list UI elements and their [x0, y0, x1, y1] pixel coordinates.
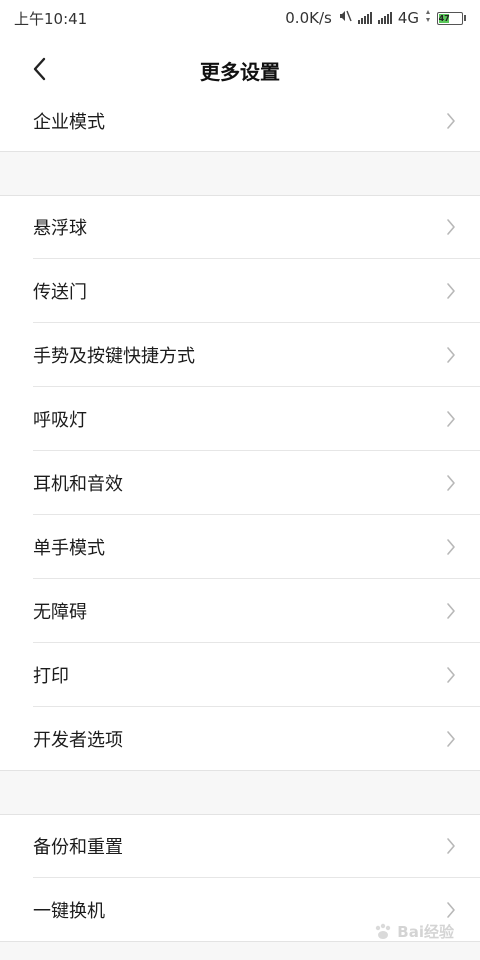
chevron-right-icon [447, 838, 455, 854]
settings-item-label: 呼吸灯 [33, 410, 87, 431]
settings-item-label: 耳机和音效 [33, 474, 123, 495]
signal-icon [357, 12, 372, 24]
chevron-right-icon [447, 475, 455, 491]
settings-item-label: 悬浮球 [33, 218, 87, 239]
chevron-right-icon [447, 731, 455, 747]
battery-level: 47 [438, 13, 450, 23]
battery-icon: 47 [437, 11, 466, 25]
settings-item-label: 手势及按键快捷方式 [33, 346, 195, 367]
settings-item-portal[interactable]: 传送门 [0, 259, 480, 323]
page-title: 更多设置 [200, 60, 280, 84]
network-type: 4G [397, 9, 419, 27]
settings-item-label: 传送门 [33, 282, 87, 303]
status-time: 上午10:41 [14, 9, 88, 28]
chevron-right-icon [447, 902, 455, 918]
chevron-right-icon [447, 411, 455, 427]
settings-group-features: 悬浮球 传送门 手势及按键快捷方式 呼吸灯 耳机和音效 单手模式 无障碍 打印 [0, 195, 480, 771]
settings-item-developer-options[interactable]: 开发者选项 [0, 707, 480, 771]
settings-item-floating-ball[interactable]: 悬浮球 [0, 195, 480, 259]
chevron-right-icon [447, 667, 455, 683]
status-bar: 上午10:41 0.0K/s 4G 47 [0, 0, 480, 36]
chevron-right-icon [447, 219, 455, 235]
settings-item-gesture-shortcuts[interactable]: 手势及按键快捷方式 [0, 323, 480, 387]
chevron-right-icon [447, 283, 455, 299]
settings-item-one-hand-mode[interactable]: 单手模式 [0, 515, 480, 579]
settings-item-print[interactable]: 打印 [0, 643, 480, 707]
watermark: Bai经验 [373, 921, 454, 942]
settings-item-label: 打印 [33, 666, 69, 687]
settings-item-breathing-light[interactable]: 呼吸灯 [0, 387, 480, 451]
settings-item-accessibility[interactable]: 无障碍 [0, 579, 480, 643]
settings-item-backup-reset[interactable]: 备份和重置 [0, 814, 480, 878]
paw-icon [376, 923, 391, 939]
settings-item-headphones-audio[interactable]: 耳机和音效 [0, 451, 480, 515]
signal-icon [377, 12, 392, 24]
watermark-text: Bai经验 [397, 923, 454, 941]
settings-item-label: 一键换机 [33, 901, 105, 922]
network-speed: 0.0K/s [285, 9, 332, 27]
chevron-right-icon [447, 603, 455, 619]
settings-group-enterprise: 企业模式 [0, 90, 480, 152]
chevron-right-icon [447, 539, 455, 555]
settings-item-label: 备份和重置 [33, 837, 123, 858]
settings-item-label: 开发者选项 [33, 730, 123, 751]
chevron-right-icon [447, 347, 455, 363]
data-arrows-icon [425, 9, 431, 27]
settings-item-label: 无障碍 [33, 602, 87, 623]
chevron-right-icon [447, 113, 455, 129]
settings-item-label: 单手模式 [33, 538, 105, 559]
settings-item-label: 企业模式 [33, 112, 105, 133]
settings-item-enterprise-mode[interactable]: 企业模式 [0, 90, 480, 152]
status-indicators: 0.0K/s 4G 47 [285, 9, 466, 27]
mute-icon [338, 9, 352, 27]
